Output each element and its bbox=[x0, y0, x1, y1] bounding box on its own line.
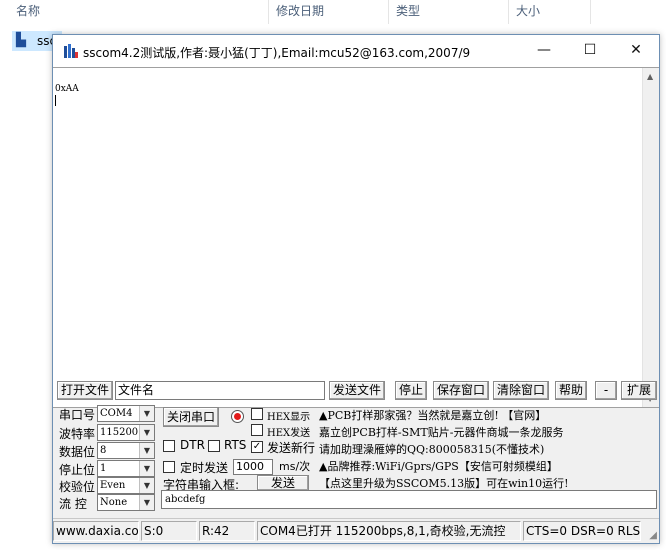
receive-area[interactable]: 0xAA ▲ ▼ bbox=[53, 67, 659, 408]
collapse-button[interactable]: - bbox=[595, 381, 617, 400]
close-port-button[interactable]: 关闭串口 bbox=[163, 407, 219, 427]
explorer-header: 名称 修改日期 类型 大小 bbox=[0, 0, 666, 26]
parity-label: 校验位 bbox=[59, 480, 96, 494]
baud-value: 115200 bbox=[100, 427, 139, 438]
chevron-down-icon[interactable]: ▼ bbox=[139, 443, 154, 458]
sscom-window: sscom4.2测试版,作者:聂小猛(丁丁),Email:mcu52@163.c… bbox=[52, 34, 660, 544]
hex-display-label: HEX显示 bbox=[267, 412, 311, 423]
port-status-indicator bbox=[231, 410, 244, 423]
dtr-label: DTR bbox=[180, 438, 205, 452]
send-button[interactable]: 发送 bbox=[257, 475, 309, 491]
info-line-4[interactable]: ▲品牌推荐:WiFi/Gprs/GPS【安信可射频模组】 bbox=[319, 458, 558, 474]
status-sent-count: S:0 bbox=[141, 521, 197, 541]
flow-control-select[interactable]: None ▼ bbox=[97, 494, 155, 511]
column-modified[interactable]: 修改日期 bbox=[276, 2, 324, 19]
chevron-down-icon[interactable]: ▼ bbox=[139, 478, 154, 493]
send-text-input[interactable]: abcdefg bbox=[161, 490, 657, 509]
interval-input[interactable]: 1000 bbox=[233, 459, 273, 475]
close-button[interactable]: ✕ bbox=[613, 35, 659, 67]
data-bits-select[interactable]: 8 ▼ bbox=[97, 442, 155, 459]
flow-control-value: None bbox=[100, 497, 128, 508]
flow-control-label: 流 控 bbox=[59, 497, 87, 511]
data-bits-label: 数据位 bbox=[59, 445, 96, 459]
scroll-up-icon[interactable]: ▲ bbox=[647, 72, 653, 81]
baud-select[interactable]: 115200 ▼ bbox=[97, 424, 155, 441]
file-name-field[interactable]: 文件名 bbox=[115, 381, 325, 400]
hex-display-checkbox[interactable] bbox=[251, 408, 263, 420]
hex-send-label: HEX发送 bbox=[267, 428, 311, 439]
stop-button[interactable]: 停止 bbox=[395, 381, 427, 400]
text-caret bbox=[55, 95, 56, 106]
chevron-down-icon[interactable]: ▼ bbox=[139, 406, 154, 421]
port-value: COM4 bbox=[100, 408, 133, 419]
data-bits-value: 8 bbox=[100, 445, 107, 456]
port-select[interactable]: COM4 ▼ bbox=[97, 405, 155, 422]
column-separator bbox=[590, 0, 591, 24]
parity-value: Even bbox=[100, 480, 126, 491]
rts-label: RTS bbox=[224, 438, 247, 452]
stop-bits-select[interactable]: 1 ▼ bbox=[97, 460, 155, 477]
chevron-down-icon[interactable]: ▼ bbox=[139, 425, 154, 440]
chevron-down-icon[interactable]: ▼ bbox=[139, 495, 154, 510]
app-icon bbox=[64, 44, 78, 58]
open-file-button[interactable]: 打开文件 bbox=[57, 381, 113, 400]
vertical-scrollbar[interactable]: ▲ ▼ bbox=[642, 68, 659, 407]
info-line-3[interactable]: 请加助理澡雁婷的QQ:800058315(不懂技术) bbox=[319, 441, 544, 457]
app-icon: ▙ bbox=[16, 33, 26, 48]
baud-label: 波特率 bbox=[59, 427, 96, 441]
minimize-button[interactable]: — bbox=[521, 35, 567, 67]
hex-send-checkbox[interactable] bbox=[251, 424, 263, 436]
stop-bits-value: 1 bbox=[100, 463, 107, 474]
chevron-down-icon[interactable]: ▼ bbox=[139, 461, 154, 476]
clear-window-button[interactable]: 清除窗口 bbox=[493, 381, 549, 400]
info-line-2[interactable]: 嘉立创PCB打样-SMT贴片-元器件商城一条龙服务 bbox=[319, 424, 563, 440]
resize-grip-icon[interactable]: ◢ bbox=[649, 530, 657, 541]
info-line-1[interactable]: ▲PCB打样那家强？当然就是嘉立创! 【官网】 bbox=[319, 407, 546, 423]
status-bar: www.daxia.com S:0 R:42 COM4已打开 115200bps… bbox=[53, 518, 659, 543]
send-file-button[interactable]: 发送文件 bbox=[329, 381, 385, 400]
timed-send-label: 定时发送 bbox=[180, 461, 229, 475]
interval-unit: ms/次 bbox=[279, 460, 311, 473]
stop-bits-label: 停止位 bbox=[59, 463, 96, 477]
receive-text: 0xAA bbox=[55, 84, 79, 94]
timed-send-checkbox[interactable] bbox=[163, 461, 175, 473]
column-separator bbox=[388, 0, 389, 24]
port-label: 串口号 bbox=[59, 408, 96, 422]
dtr-checkbox[interactable] bbox=[163, 440, 175, 452]
window-title: sscom4.2测试版,作者:聂小猛(丁丁),Email:mcu52@163.c… bbox=[83, 46, 471, 60]
info-line-5[interactable]: 【点这里升级为SSCOM5.13版】可在win10运行! bbox=[319, 475, 569, 491]
column-size[interactable]: 大小 bbox=[516, 2, 540, 19]
expand-button[interactable]: 扩展 bbox=[621, 381, 657, 400]
help-button[interactable]: 帮助 bbox=[555, 381, 587, 400]
send-newline-label: 发送新行 bbox=[267, 441, 316, 455]
parity-select[interactable]: Even ▼ bbox=[97, 477, 155, 494]
column-name[interactable]: 名称 bbox=[16, 2, 40, 19]
file-toolbar: 打开文件 文件名 发送文件 停止 保存窗口 清除窗口 帮助 - 扩展 bbox=[53, 381, 659, 401]
column-type[interactable]: 类型 bbox=[396, 2, 420, 19]
column-separator bbox=[268, 0, 269, 24]
status-port-state: COM4已打开 115200bps,8,1,奇校验,无流控 bbox=[257, 521, 521, 541]
column-separator bbox=[508, 0, 509, 24]
status-line-signals: CTS=0 DSR=0 RLSD bbox=[523, 521, 641, 541]
maximize-button[interactable]: ☐ bbox=[567, 35, 613, 67]
send-newline-checkbox[interactable]: ✓ bbox=[251, 441, 263, 453]
title-bar[interactable]: sscom4.2测试版,作者:聂小猛(丁丁),Email:mcu52@163.c… bbox=[53, 35, 659, 67]
save-window-button[interactable]: 保存窗口 bbox=[433, 381, 489, 400]
rts-checkbox[interactable] bbox=[208, 440, 220, 452]
status-received-count: R:42 bbox=[199, 521, 255, 541]
status-website[interactable]: www.daxia.com bbox=[53, 521, 139, 541]
